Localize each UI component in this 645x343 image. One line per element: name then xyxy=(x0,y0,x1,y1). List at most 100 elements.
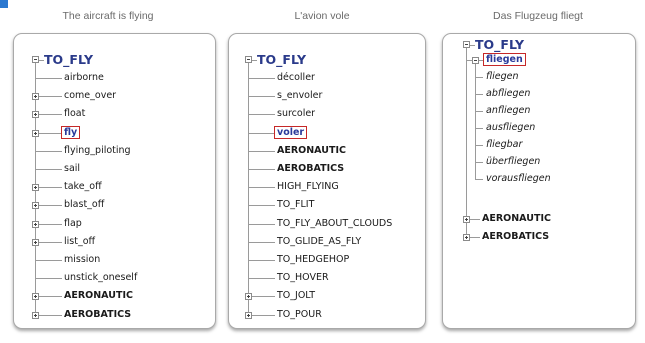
expand-toggle-icon[interactable] xyxy=(32,220,39,228)
tree-item[interactable]: take_off xyxy=(64,181,102,193)
tree-item[interactable]: AEROBATICS xyxy=(64,309,131,321)
tree-connector xyxy=(248,114,275,116)
tree-connector xyxy=(39,223,62,225)
tree-item[interactable]: fliegbar xyxy=(486,139,522,151)
tree-item[interactable]: überfliegen xyxy=(486,156,540,168)
tree-view-english: TO_FLY airborne come_overfloat fly flying_pi… xyxy=(14,34,215,328)
tree-item[interactable]: AERONAUTIC xyxy=(482,213,551,225)
tree-view-german: TO_FLY fliegen fliegen abfliegen anfliegen au… xyxy=(443,34,635,328)
tree-root-label[interactable]: TO_FLY xyxy=(475,38,524,52)
tree-item[interactable]: blast_off xyxy=(64,199,104,211)
tree-item[interactable]: TO_HOVER xyxy=(277,272,329,284)
tree-connector xyxy=(475,162,483,163)
tree-connector xyxy=(35,150,62,152)
tree-item[interactable]: s_envoler xyxy=(277,90,322,102)
tree-item[interactable]: mission xyxy=(64,254,100,266)
tree-item[interactable]: TO_FLIT xyxy=(277,199,314,211)
tree-item[interactable]: surcoler xyxy=(277,108,315,120)
tree-item[interactable]: AEROBATICS xyxy=(482,231,549,243)
expand-toggle-icon[interactable] xyxy=(32,293,39,301)
tree-item[interactable]: flying_piloting xyxy=(64,145,131,157)
tree-connector xyxy=(248,260,275,261)
tree-connector xyxy=(470,237,480,238)
tree-connector xyxy=(252,314,275,316)
tree-item[interactable]: AERONAUTIC xyxy=(277,145,346,157)
corner-mark xyxy=(0,0,8,8)
tree-connector xyxy=(248,78,275,79)
tree-connector xyxy=(470,219,480,220)
selected-tree-item[interactable]: fly xyxy=(61,125,81,139)
tree-item[interactable]: come_over xyxy=(64,90,116,102)
tree-connector xyxy=(248,278,275,280)
tree-item[interactable]: fliegen xyxy=(486,71,519,83)
tree-root-label[interactable]: TO_FLY xyxy=(44,53,93,67)
tree-item[interactable]: ausfliegen xyxy=(486,122,535,134)
tree-item[interactable]: unstick_oneself xyxy=(64,272,137,284)
tree-connector xyxy=(475,179,483,180)
tree-connector xyxy=(475,94,483,95)
collapse-toggle-icon[interactable] xyxy=(32,56,39,63)
tree-item[interactable]: anfliegen xyxy=(486,105,530,117)
tree-item[interactable]: airborne xyxy=(64,72,104,84)
tree-item[interactable]: TO_GLIDE_AS_FLY xyxy=(277,236,361,248)
tree-item[interactable]: AERONAUTIC xyxy=(64,290,133,302)
panel-caption-german: Das Flugzeug fliegt xyxy=(493,10,583,22)
tree-view-french: TO_FLY décoller s_envoler surcoler voler AERO… xyxy=(229,34,425,328)
expand-toggle-icon[interactable] xyxy=(245,311,252,319)
tree-item[interactable]: vorausfliegen xyxy=(486,173,551,185)
tree-connector xyxy=(248,169,275,170)
selected-tree-item[interactable]: voler xyxy=(274,125,308,139)
tree-item[interactable]: TO_JOLT xyxy=(277,290,315,302)
tree-connector xyxy=(39,187,62,189)
tree-connector xyxy=(35,278,62,280)
tree-connector xyxy=(248,96,275,98)
tree-connector xyxy=(475,145,483,146)
expand-toggle-icon[interactable] xyxy=(32,93,39,101)
tree-item[interactable]: décoller xyxy=(277,72,315,84)
tree-connector xyxy=(248,150,275,152)
expand-toggle-icon[interactable] xyxy=(32,129,39,137)
tree-item[interactable]: AEROBATICS xyxy=(277,163,344,175)
tree-connector xyxy=(39,296,62,298)
collapse-toggle-icon[interactable] xyxy=(245,56,252,63)
tree-root-label[interactable]: TO_FLY xyxy=(257,53,306,67)
tree-connector xyxy=(248,223,275,225)
expand-toggle-icon[interactable] xyxy=(463,216,470,223)
tree-item[interactable]: abfliegen xyxy=(486,88,530,100)
tree-connector xyxy=(252,296,275,298)
tree-item[interactable]: TO_HEDGEHOP xyxy=(277,254,349,266)
tree-item[interactable]: TO_FLY_ABOUT_CLOUDS xyxy=(277,218,392,230)
tree-connector xyxy=(39,241,62,243)
tree-panel-german: TO_FLY fliegen fliegen abfliegen anfliegen au… xyxy=(442,33,636,329)
expand-toggle-icon[interactable] xyxy=(32,311,39,319)
tree-connector xyxy=(248,187,275,189)
tree-connector xyxy=(35,78,62,79)
tree-item[interactable]: TO_POUR xyxy=(277,309,322,321)
tree-item[interactable]: HIGH_FLYING xyxy=(277,181,339,193)
tree-item[interactable]: sail xyxy=(64,163,80,175)
panel-caption-french: L'avion vole xyxy=(294,10,350,22)
tree-connector xyxy=(466,48,467,237)
expand-toggle-icon[interactable] xyxy=(32,202,39,210)
tree-connector xyxy=(475,77,483,78)
expand-toggle-icon[interactable] xyxy=(32,238,39,246)
panel-caption-english: The aircraft is flying xyxy=(62,10,154,22)
tree-connector xyxy=(248,205,275,207)
tree-connector xyxy=(35,169,62,170)
expand-toggle-icon[interactable] xyxy=(32,184,39,192)
tree-item[interactable]: list_off xyxy=(64,236,95,248)
tree-connector xyxy=(248,132,275,134)
tree-connector xyxy=(475,111,483,112)
expand-toggle-icon[interactable] xyxy=(32,111,39,119)
expand-toggle-icon[interactable] xyxy=(463,234,470,241)
collapse-toggle-icon[interactable] xyxy=(472,57,479,64)
collapse-toggle-icon[interactable] xyxy=(463,41,470,48)
selected-tree-item[interactable]: fliegen xyxy=(483,53,526,66)
tree-item[interactable]: flap xyxy=(64,218,82,230)
tree-connector xyxy=(39,205,62,207)
tree-connector xyxy=(39,132,62,134)
tree-connector xyxy=(39,114,62,116)
expand-toggle-icon[interactable] xyxy=(245,293,252,301)
tree-panel-english: TO_FLY airborne come_overfloat fly flying_pi… xyxy=(13,33,216,329)
tree-item[interactable]: float xyxy=(64,108,85,120)
